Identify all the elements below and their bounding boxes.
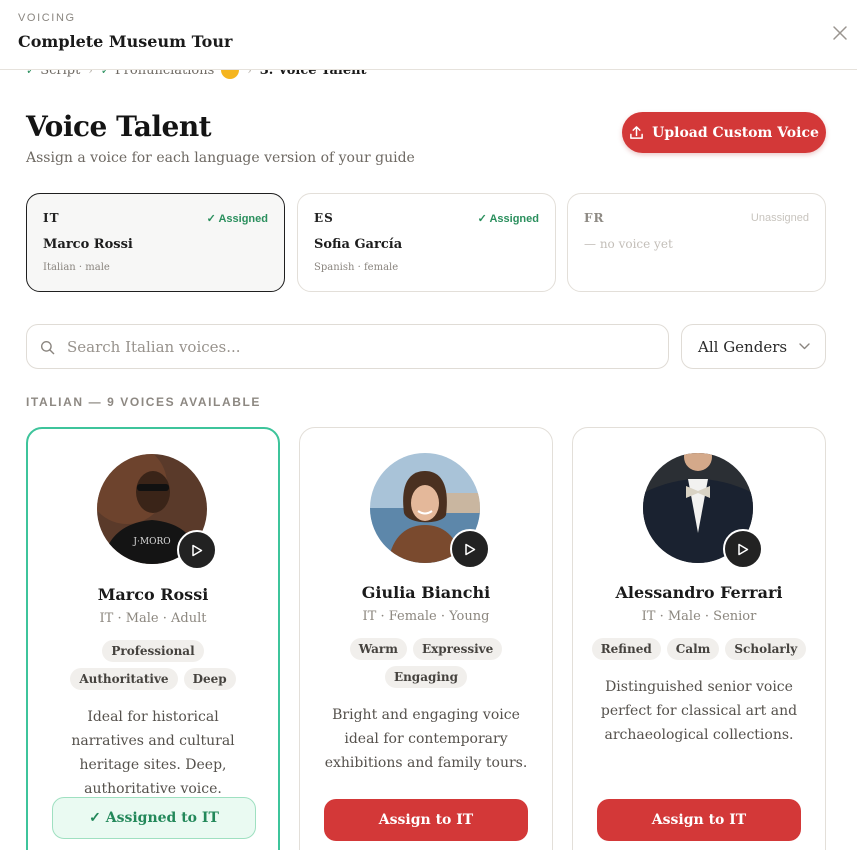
assigned-voice-name: — no voice yet — [584, 237, 673, 251]
play-icon — [192, 544, 203, 556]
header-eyebrow: VOICING — [18, 12, 76, 24]
voice-tag: Deep — [183, 668, 236, 690]
play-sample-button[interactable] — [723, 529, 763, 569]
language-code: FR — [584, 211, 605, 225]
search-icon — [40, 340, 55, 355]
voice-tag: Professional — [102, 640, 204, 662]
voice-attributes: IT · Male · Adult — [99, 611, 207, 626]
voice-tag: Refined — [591, 638, 661, 660]
voice-tag: Warm — [349, 638, 407, 660]
search-input[interactable] — [67, 325, 657, 368]
voices-section-label: ITALIAN — 9 VOICES AVAILABLE — [26, 395, 262, 409]
voice-tags: Refined Calm Scholarly — [587, 638, 811, 660]
svg-text:J·MORO: J·MORO — [132, 537, 170, 547]
gender-filter-value: All Genders — [698, 337, 788, 356]
voice-card-giulia-bianchi[interactable]: Giulia Bianchi IT · Female · Young Warm … — [299, 427, 553, 850]
voice-tags: Professional Authoritative Deep — [52, 640, 254, 690]
voice-description: Bright and engaging voice ideal for cont… — [324, 707, 528, 771]
voice-tag: Engaging — [384, 666, 468, 688]
voice-card-alessandro-ferrari[interactable]: Alessandro Ferrari IT · Male · Senior Re… — [572, 427, 826, 850]
voice-tags: Warm Expressive Engaging — [340, 638, 512, 688]
assign-to-it-button[interactable]: Assign to IT — [597, 799, 801, 841]
voice-tag: Scholarly — [725, 638, 807, 660]
voice-tag: Calm — [666, 638, 720, 660]
status-badge: Unassigned — [750, 212, 809, 224]
voice-tag: Expressive — [412, 638, 503, 660]
upload-custom-voice-button[interactable]: Upload Custom Voice — [622, 112, 826, 153]
play-icon — [738, 543, 749, 555]
assigned-to-it-button[interactable]: ✓ Assigned to IT — [52, 797, 256, 839]
play-sample-button[interactable] — [177, 530, 217, 570]
close-icon[interactable] — [831, 24, 849, 42]
voice-description: Ideal for historical narratives and cult… — [71, 709, 235, 797]
play-icon — [465, 543, 476, 555]
voice-name: Giulia Bianchi — [361, 583, 491, 602]
chevron-down-icon — [799, 343, 810, 350]
voice-tag: Authoritative — [70, 668, 178, 690]
language-card-fr[interactable]: FR Unassigned — no voice yet — [567, 193, 826, 292]
language-card-it[interactable]: IT ✓ Assigned Marco Rossi Italian · male — [26, 193, 285, 292]
page-subtitle: Assign a voice for each language version… — [26, 150, 415, 166]
gender-filter-select[interactable]: All Genders — [681, 324, 826, 369]
voice-description: Distinguished senior voice perfect for c… — [600, 679, 798, 743]
voice-attributes: IT · Male · Senior — [641, 609, 757, 624]
voice-card-marco-rossi[interactable]: J·MORO Marco Rossi IT · Male · Adult Pro… — [26, 427, 280, 850]
upload-icon — [630, 126, 643, 139]
language-card-es[interactable]: ES ✓ Assigned Sofia García Spanish · fem… — [297, 193, 556, 292]
search-box — [26, 324, 669, 369]
modal-header: VOICING Complete Museum Tour — [0, 0, 857, 70]
assigned-voice-meta: Italian · male — [43, 262, 110, 273]
voice-name: Alessandro Ferrari — [615, 583, 783, 602]
header-title: Complete Museum Tour — [18, 32, 233, 51]
assigned-voice-name: Marco Rossi — [43, 237, 133, 252]
upload-button-label: Upload Custom Voice — [652, 124, 819, 141]
assigned-voice-name: Sofia García — [314, 237, 403, 252]
status-badge: ✓ Assigned — [206, 213, 268, 225]
page-title: Voice Talent — [26, 110, 212, 143]
language-code: ES — [314, 211, 334, 225]
language-code: IT — [43, 211, 60, 225]
assigned-voice-meta: Spanish · female — [314, 262, 399, 273]
status-badge: ✓ Assigned — [477, 213, 539, 225]
assign-to-it-button[interactable]: Assign to IT — [324, 799, 528, 841]
play-sample-button[interactable] — [450, 529, 490, 569]
voice-name: Marco Rossi — [97, 585, 209, 604]
voice-attributes: IT · Female · Young — [362, 609, 490, 624]
